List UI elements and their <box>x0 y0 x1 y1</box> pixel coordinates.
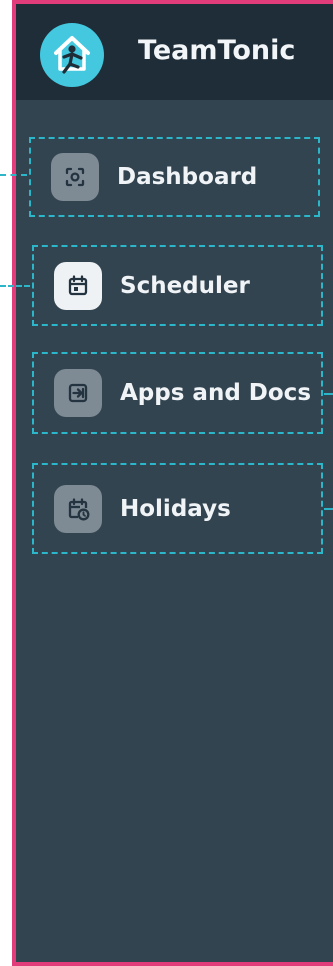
calendar-clock-icon <box>54 484 102 533</box>
sidebar-item-label: Dashboard <box>117 164 258 190</box>
annotation-connector <box>324 393 333 395</box>
import-icon <box>54 369 102 417</box>
sidebar-item-scheduler[interactable]: Scheduler <box>32 245 323 326</box>
sidebar-item-label: Apps and Docs <box>120 380 312 406</box>
app-name: TeamTonic <box>138 35 296 66</box>
app-logo-icon[interactable] <box>40 23 104 87</box>
sidebar-item-holidays[interactable]: Holidays <box>32 463 323 554</box>
sidebar-item-dashboard[interactable]: Dashboard <box>29 137 320 217</box>
calendar-icon <box>54 261 102 310</box>
focus-icon <box>51 153 99 201</box>
annotation-connector <box>0 285 30 287</box>
sidebar-item-label: Scheduler <box>120 272 250 299</box>
annotation-connector <box>324 508 333 510</box>
sidebar-item-label: Holidays <box>120 495 231 522</box>
sidebar-item-apps-and-docs[interactable]: Apps and Docs <box>32 352 323 434</box>
annotation-connector <box>0 174 27 176</box>
logo-figure-icon <box>54 36 90 74</box>
